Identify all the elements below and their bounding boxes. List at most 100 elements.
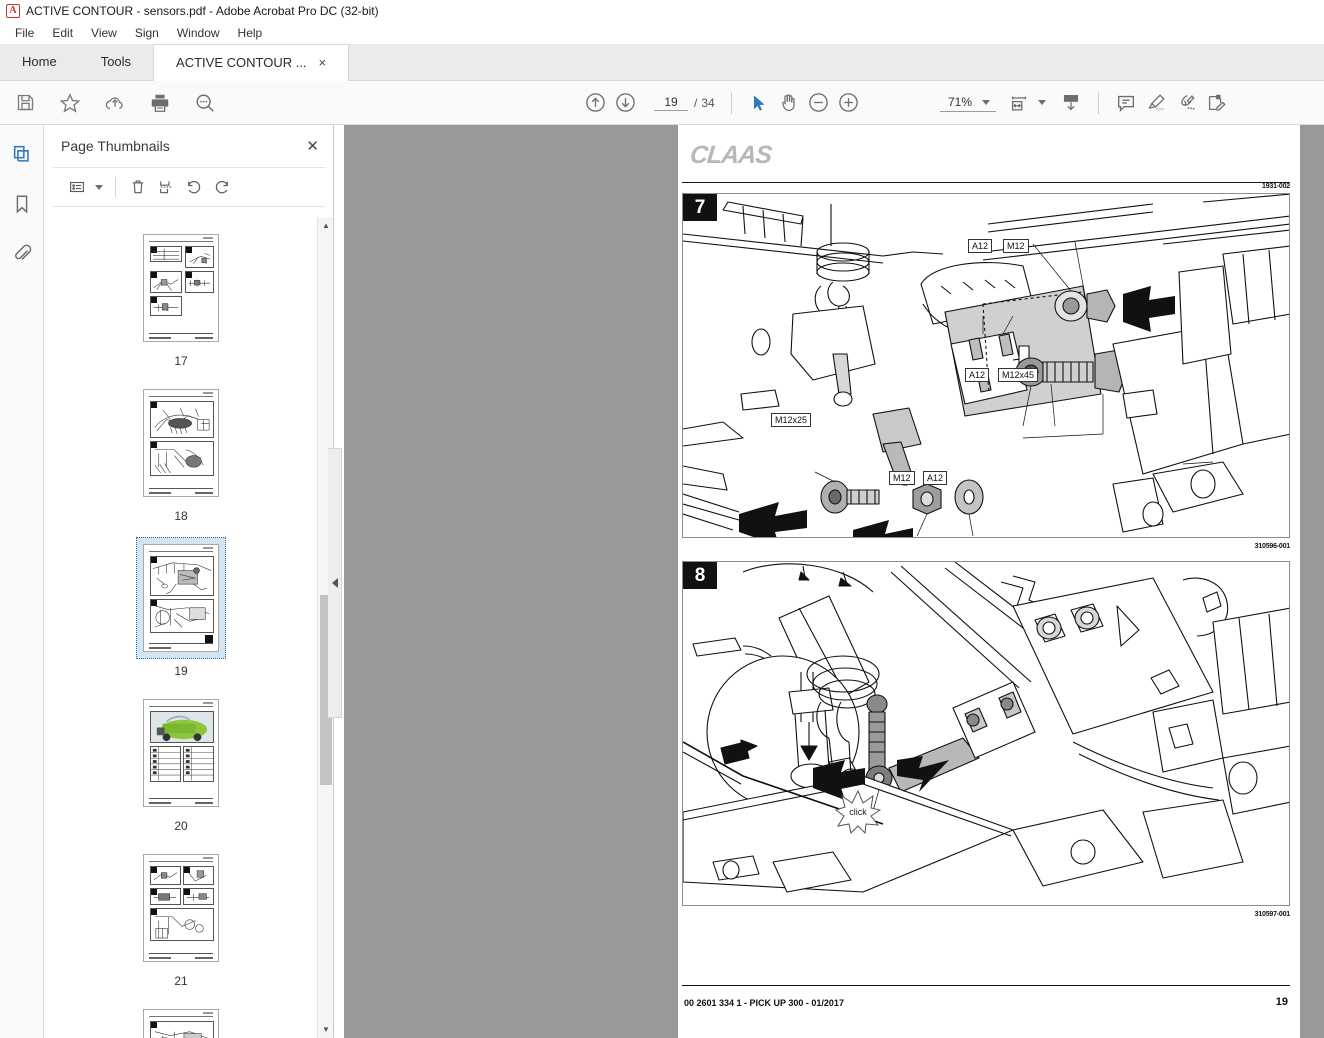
- document-viewer[interactable]: CLAAS 1931-002 7 A12 M12 A12 M12x45 M12x…: [344, 125, 1324, 1038]
- thumbnail-page-label: 21: [174, 974, 188, 988]
- scroll-up-icon[interactable]: ▲: [318, 217, 333, 234]
- callout-m12x25: M12x25: [771, 413, 812, 427]
- tab-tools[interactable]: Tools: [79, 43, 153, 80]
- callout-m12-lower: M12: [889, 471, 915, 485]
- menu-window[interactable]: Window: [168, 24, 229, 42]
- thumbnail-page-label: 18: [174, 509, 188, 523]
- page-display-icon[interactable]: [1056, 88, 1086, 118]
- thumbnail-page-21: [143, 854, 219, 962]
- click-label: click: [849, 807, 867, 817]
- thumbnail-frame-selected: [136, 537, 226, 659]
- menu-view[interactable]: View: [82, 24, 126, 42]
- header-reference-number: 1931-002: [1262, 183, 1290, 190]
- delete-pages-icon[interactable]: [124, 174, 152, 200]
- highlight-icon[interactable]: [1141, 88, 1171, 118]
- toolbar-divider-2: [1098, 91, 1099, 114]
- tab-document-label: ACTIVE CONTOUR ...: [176, 55, 307, 70]
- chevron-left-icon: [331, 578, 338, 588]
- comment-icon[interactable]: [1111, 88, 1141, 118]
- thumbnail-frame: [136, 1002, 226, 1038]
- menu-help[interactable]: Help: [229, 24, 272, 42]
- hand-pan-icon[interactable]: [774, 88, 804, 118]
- thumbnail-page-17: [143, 234, 219, 342]
- tab-document-active-contour[interactable]: ACTIVE CONTOUR ... ×: [153, 44, 350, 81]
- fit-page-width-icon[interactable]: [1004, 88, 1034, 118]
- thumbnail-page-label: 20: [174, 819, 188, 833]
- cloud-upload-icon[interactable]: [100, 88, 130, 118]
- toolbar-navigation-group: / 34: [580, 88, 864, 118]
- list-item[interactable]: 22: [45, 1002, 317, 1038]
- figure-7-reference-number: 310596-001: [1254, 543, 1291, 550]
- scroll-down-icon[interactable]: ▼: [318, 1021, 333, 1038]
- extract-pages-icon[interactable]: [152, 174, 180, 200]
- rotate-clockwise-icon[interactable]: [208, 174, 236, 200]
- tab-strip: Home Tools ACTIVE CONTOUR ... ×: [0, 44, 1324, 81]
- next-page-icon[interactable]: [610, 88, 640, 118]
- list-item[interactable]: 21: [45, 847, 317, 988]
- collapse-panel-handle[interactable]: [328, 448, 342, 718]
- zoom-level-input[interactable]: [942, 94, 978, 110]
- acrobat-window: A ACTIVE CONTOUR - sensors.pdf - Adobe A…: [0, 0, 1324, 1038]
- attachments-icon[interactable]: [7, 239, 37, 269]
- options-list-icon[interactable]: [63, 174, 91, 200]
- tab-home[interactable]: Home: [0, 43, 79, 80]
- zoom-out-icon[interactable]: [804, 88, 834, 118]
- save-icon[interactable]: [10, 88, 40, 118]
- figure-number-badge: 7: [683, 194, 717, 221]
- thumbnail-page-19: [143, 544, 219, 652]
- thumbnail-page-label: 19: [174, 664, 188, 678]
- footer-document-code: 00 2601 334 1 - PICK UP 300 - 01/2017: [684, 998, 844, 1008]
- panel-toolbar: [53, 167, 325, 207]
- bookmarks-icon[interactable]: [7, 189, 37, 219]
- previous-page-icon[interactable]: [580, 88, 610, 118]
- acrobat-icon: A: [6, 4, 20, 18]
- page-thumbnails-panel: Page Thumbnails ✕ 17 18 19 20 21 ▲ ▼: [45, 125, 334, 1038]
- callout-a12-upper: A12: [968, 239, 993, 253]
- callout-a12-middle: A12: [965, 368, 990, 382]
- thumbnail-page-18: [143, 389, 219, 497]
- list-item[interactable]: 19: [45, 537, 317, 678]
- fit-options-chevron-down-icon[interactable]: [1038, 100, 1046, 105]
- main-toolbar: / 34: [0, 81, 1324, 125]
- page-total: 34: [701, 95, 715, 110]
- callout-m12x45: M12x45: [998, 368, 1039, 382]
- menu-edit[interactable]: Edit: [43, 24, 82, 42]
- rotate-counterclockwise-icon[interactable]: [180, 174, 208, 200]
- list-item[interactable]: 20: [45, 692, 317, 833]
- callout-m12-upper: M12: [1003, 239, 1029, 253]
- close-icon[interactable]: ✕: [306, 139, 319, 154]
- star-icon[interactable]: [55, 88, 85, 118]
- thumbnail-frame: [136, 847, 226, 969]
- callout-a12-lower: A12: [923, 471, 948, 485]
- panel-toolbar-divider: [115, 177, 116, 197]
- edit-pdf-icon[interactable]: [1201, 88, 1231, 118]
- thumbnail-list: 17 18 19 20 21 ▲ ▼: [45, 217, 333, 1038]
- list-item[interactable]: 18: [45, 382, 317, 523]
- page-thumbnails-icon[interactable]: [7, 139, 37, 169]
- menu-bar: File Edit View Sign Window Help: [0, 22, 1324, 44]
- chevron-down-icon[interactable]: [982, 99, 990, 105]
- options-chevron-down-icon[interactable]: [95, 184, 103, 190]
- menu-sign[interactable]: Sign: [126, 24, 168, 42]
- thumbnail-frame: [136, 692, 226, 814]
- thumbnail-page-22: [143, 1009, 219, 1038]
- thumbnail-page-20: [143, 699, 219, 807]
- tab-home-label: Home: [22, 54, 57, 69]
- close-icon[interactable]: ×: [319, 56, 327, 69]
- zoom-in-icon[interactable]: [834, 88, 864, 118]
- thumbnail-frame: [136, 382, 226, 504]
- zoom-level-control[interactable]: [940, 93, 996, 112]
- print-icon[interactable]: [145, 88, 175, 118]
- figure-7: 7 A12 M12 A12 M12x45 M12x25 M12 A12: [682, 193, 1290, 538]
- signature-icon[interactable]: [1171, 88, 1201, 118]
- list-item[interactable]: 17: [45, 227, 317, 368]
- search-icon[interactable]: [190, 88, 220, 118]
- menu-file[interactable]: File: [6, 24, 43, 42]
- figure-8: 8 click: [682, 561, 1290, 906]
- cursor-select-icon[interactable]: [744, 88, 774, 118]
- panel-header: Page Thumbnails ✕: [45, 125, 333, 167]
- figure-number-badge: 8: [683, 562, 717, 589]
- page-number-input[interactable]: [654, 94, 688, 111]
- thumbnail-page-label: 17: [174, 354, 188, 368]
- thumbnail-frame: [136, 227, 226, 349]
